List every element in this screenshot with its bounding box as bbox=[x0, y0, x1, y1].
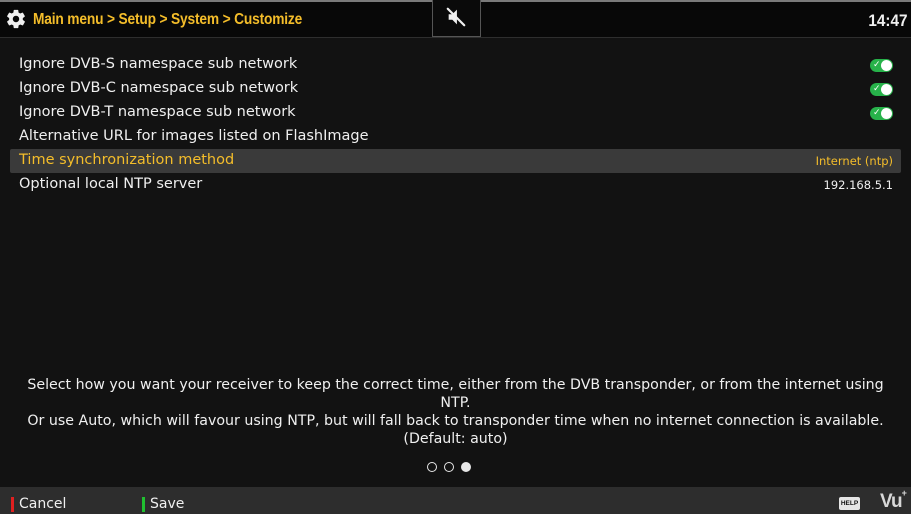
check-icon: ✓ bbox=[873, 60, 881, 70]
setting-label: Ignore DVB-S namespace sub network bbox=[19, 56, 298, 72]
clock: 14:47 bbox=[867, 11, 907, 30]
mute-indicator bbox=[432, 0, 481, 37]
setting-label: Alternative URL for images listed on Fla… bbox=[19, 128, 369, 144]
gear-icon bbox=[7, 9, 25, 29]
setting-ignore-dvbt[interactable]: Ignore DVB-T namespace sub network ✓ bbox=[10, 101, 901, 125]
footer-bar: Cancel Save HELP Vu+ bbox=[0, 487, 911, 514]
check-icon: ✓ bbox=[873, 84, 881, 94]
setting-label: Time synchronization method bbox=[19, 152, 235, 168]
cancel-label: Cancel bbox=[19, 496, 67, 512]
green-key-indicator bbox=[142, 497, 145, 512]
page-dot-active bbox=[461, 462, 471, 472]
page-dot bbox=[427, 462, 437, 472]
setting-alt-image-url[interactable]: Alternative URL for images listed on Fla… bbox=[10, 125, 901, 149]
save-label: Save bbox=[150, 496, 185, 512]
brand-logo: Vu+ bbox=[880, 488, 907, 512]
setting-label: Ignore DVB-T namespace sub network bbox=[19, 104, 296, 120]
setting-ignore-dvbs[interactable]: Ignore DVB-S namespace sub network ✓ bbox=[10, 53, 901, 77]
setting-label: Optional local NTP server bbox=[19, 176, 203, 192]
toggle-switch[interactable]: ✓ bbox=[870, 83, 893, 96]
setting-ntp-server[interactable]: Optional local NTP server 192.168.5.1 bbox=[10, 173, 901, 197]
help-line: Select how you want your receiver to kee… bbox=[27, 377, 884, 411]
help-key-icon[interactable]: HELP bbox=[839, 497, 860, 510]
setting-value[interactable]: Internet (ntp) bbox=[816, 154, 893, 168]
help-text: Select how you want your receiver to kee… bbox=[20, 376, 891, 448]
speaker-muted-icon bbox=[446, 7, 466, 27]
setting-time-sync-method[interactable]: Time synchronization method Internet (nt… bbox=[10, 149, 901, 173]
red-key-indicator bbox=[11, 497, 14, 512]
setting-label: Ignore DVB-C namespace sub network bbox=[19, 80, 299, 96]
check-icon: ✓ bbox=[873, 108, 881, 118]
toggle-switch[interactable]: ✓ bbox=[870, 107, 893, 120]
help-line: (Default: auto) bbox=[403, 431, 508, 447]
help-line: Or use Auto, which will favour using NTP… bbox=[27, 413, 884, 429]
toggle-switch[interactable]: ✓ bbox=[870, 59, 893, 72]
setting-value[interactable]: 192.168.5.1 bbox=[824, 178, 894, 192]
breadcrumb: Main menu > Setup > System > Customize bbox=[33, 11, 303, 28]
settings-list: Ignore DVB-S namespace sub network ✓ Ign… bbox=[10, 53, 901, 197]
page-dot bbox=[444, 462, 454, 472]
setting-ignore-dvbc[interactable]: Ignore DVB-C namespace sub network ✓ bbox=[10, 77, 901, 101]
